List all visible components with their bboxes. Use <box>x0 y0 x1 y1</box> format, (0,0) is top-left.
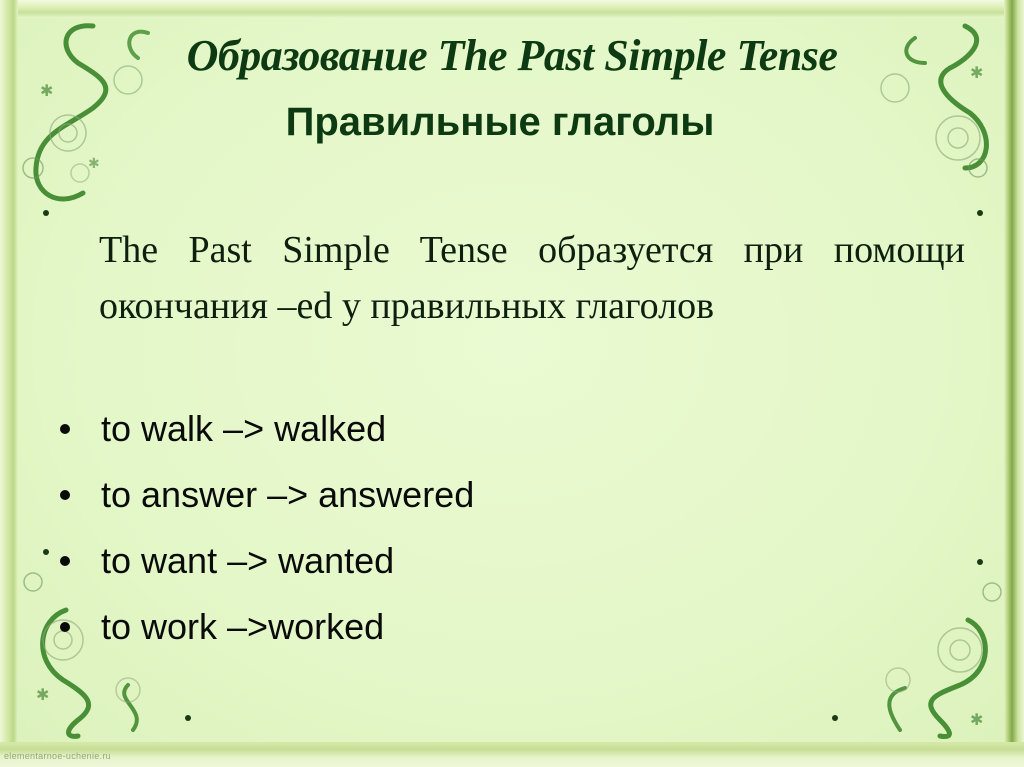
examples-list: to walk –> walked to answer –> answered … <box>57 396 474 660</box>
list-item: to walk –> walked <box>57 396 474 462</box>
frame-top-border <box>0 0 1024 18</box>
example-text: to want –> wanted <box>101 540 395 581</box>
list-item: to answer –> answered <box>57 462 474 528</box>
example-text: to work –>worked <box>101 606 385 647</box>
bullet-icon <box>60 424 70 434</box>
svg-text:✱: ✱ <box>40 83 53 100</box>
example-text: to answer –> answered <box>101 474 475 515</box>
bullet-icon <box>60 622 70 632</box>
svg-text:✱: ✱ <box>970 712 983 729</box>
example-text: to walk –> walked <box>101 408 387 449</box>
frame-right-border <box>1004 0 1024 767</box>
list-item: to want –> wanted <box>57 528 474 594</box>
list-item: to work –>worked <box>57 594 474 660</box>
watermark: elementarnoe-uchenie.ru <box>4 751 111 761</box>
svg-text:✱: ✱ <box>36 687 49 704</box>
bullet-icon <box>60 490 70 500</box>
swirl-ornament-bottom-right-icon: ✱ <box>832 559 1002 740</box>
slide: ✱ ✱ ✱ ✱ ✱ Образование The Past Simple Te… <box>0 0 1024 767</box>
svg-text:✱: ✱ <box>88 155 100 171</box>
bullet-icon <box>60 556 70 566</box>
slide-subtitle: Правильные глаголы <box>285 100 715 144</box>
frame-bottom-border <box>0 742 1024 767</box>
explanation-paragraph: The Past Simple Tense образуется при пом… <box>99 229 965 327</box>
slide-title: Образование The Past Simple Tense <box>186 31 838 80</box>
